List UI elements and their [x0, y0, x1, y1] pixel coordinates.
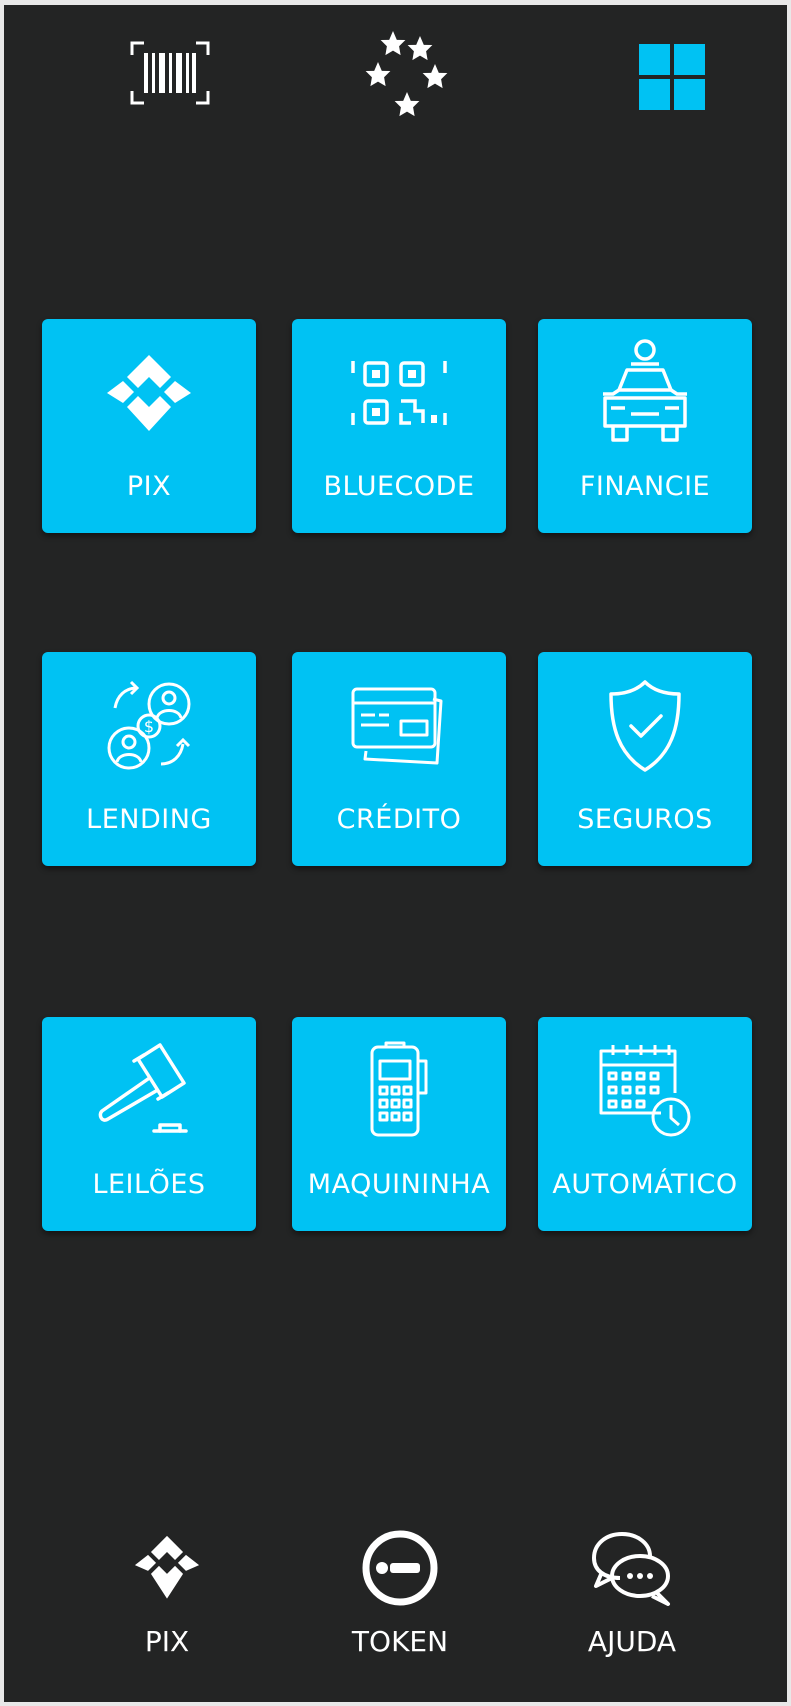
tile-leiloes[interactable]: LEILÕES — [42, 1017, 256, 1231]
tile-label: SEGUROS — [577, 804, 713, 835]
tile-automatico[interactable]: AUTOMÁTICO — [538, 1017, 752, 1231]
tile-credito[interactable]: CRÉDITO — [292, 652, 506, 866]
shield-check-icon — [609, 680, 681, 772]
tile-seguros[interactable]: SEGUROS — [538, 652, 752, 866]
car-icon — [603, 339, 687, 442]
qr-code-icon — [351, 361, 447, 425]
stars-button[interactable] — [357, 29, 452, 121]
bottom-nav-token[interactable]: TOKEN — [310, 1523, 490, 1658]
calendar-clock-icon — [599, 1045, 691, 1137]
bottom-nav-label: TOKEN — [351, 1625, 449, 1658]
bottom-nav-ajuda[interactable]: AJUDA — [542, 1523, 722, 1658]
tile-label: MAQUININHA — [307, 1169, 491, 1200]
tile-label: LENDING — [86, 804, 212, 835]
credit-card-icon — [351, 687, 443, 765]
pix-icon — [134, 1535, 200, 1599]
chat-icon — [592, 1532, 670, 1606]
tile-bluecode[interactable]: BLUECODE — [292, 319, 506, 533]
tile-maquininha[interactable]: MAQUININHA — [292, 1017, 506, 1231]
bottom-nav-label: AJUDA — [587, 1625, 677, 1658]
svg-text:$: $ — [144, 717, 154, 736]
lending-icon: $ — [107, 680, 191, 770]
tile-pix[interactable]: PIX — [42, 319, 256, 533]
card-machine-icon — [370, 1041, 428, 1137]
bottom-nav-label: PIX — [144, 1625, 190, 1658]
token-icon — [362, 1530, 438, 1606]
barcode-scan-button[interactable] — [130, 41, 210, 105]
tile-label: BLUECODE — [323, 471, 475, 502]
tile-label: FINANCIE — [579, 471, 711, 502]
tile-lending[interactable]: $ LENDING — [42, 652, 256, 866]
tile-label: CRÉDITO — [336, 804, 462, 835]
bottom-nav-pix[interactable]: PIX — [77, 1523, 257, 1658]
grid-icon — [639, 44, 705, 110]
tile-label: PIX — [126, 471, 172, 502]
pix-icon — [107, 355, 191, 431]
tile-label: AUTOMÁTICO — [552, 1169, 738, 1200]
tile-label: LEILÕES — [92, 1169, 206, 1200]
stars-icon — [365, 31, 448, 117]
gavel-icon — [98, 1043, 188, 1133]
app-screen: PIX BLUECODE FINANCIE $ LENDING CRÉDITO … — [4, 5, 787, 1702]
tile-financie[interactable]: FINANCIE — [538, 319, 752, 533]
grid-button[interactable] — [637, 42, 707, 112]
barcode-scan-icon — [130, 41, 210, 105]
